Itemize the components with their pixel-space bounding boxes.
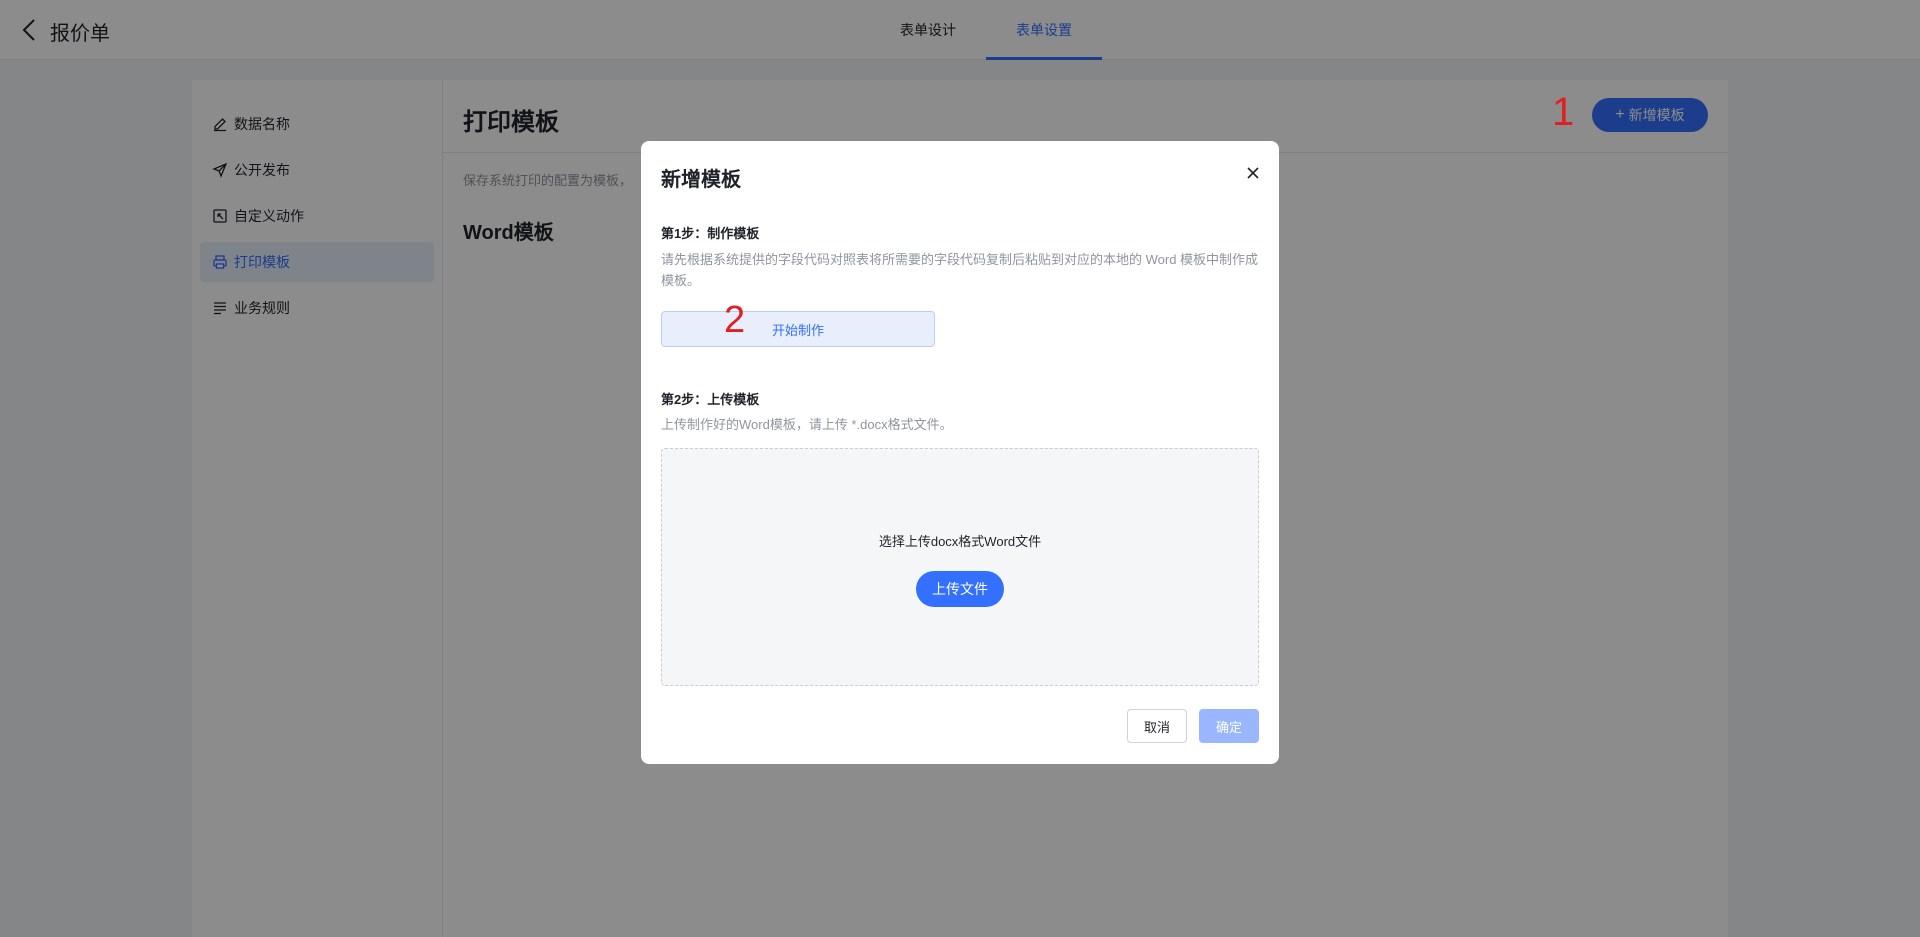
close-icon[interactable] [1243,163,1263,183]
confirm-label: 确定 [1215,719,1242,735]
step1-description: 请先根据系统提供的字段代码对照表将所需要的字段代码复制后粘贴到对应的本地的 Wo… [661,252,1259,288]
add-template-dialog: 新增模板 第1步：制作模板 请先根据系统提供的字段代码对照表将所需要的字段代码复… [641,141,1279,764]
step2-title: 第2步：上传模板 [661,392,760,407]
dialog-title: 新增模板 [661,169,741,191]
upload-file-label: 上传文件 [932,581,988,597]
confirm-button[interactable]: 确定 [1199,709,1259,743]
dropzone-hint: 选择上传docx格式Word文件 [878,534,1042,549]
upload-dropzone[interactable]: 选择上传docx格式Word文件 上传文件 [661,448,1259,686]
annotation-marker-1: 1 [1552,90,1575,134]
cancel-label: 取消 [1143,719,1170,735]
step1-title: 第1步：制作模板 [661,226,760,241]
cancel-button[interactable]: 取消 [1127,709,1187,743]
start-making-button[interactable]: 开始制作 [661,311,935,347]
step2-description: 上传制作好的Word模板，请上传 *.docx格式文件。 [661,417,953,432]
start-making-label: 开始制作 [771,322,824,338]
annotation-marker-2: 2 [724,299,746,341]
upload-file-button[interactable]: 上传文件 [916,571,1004,607]
